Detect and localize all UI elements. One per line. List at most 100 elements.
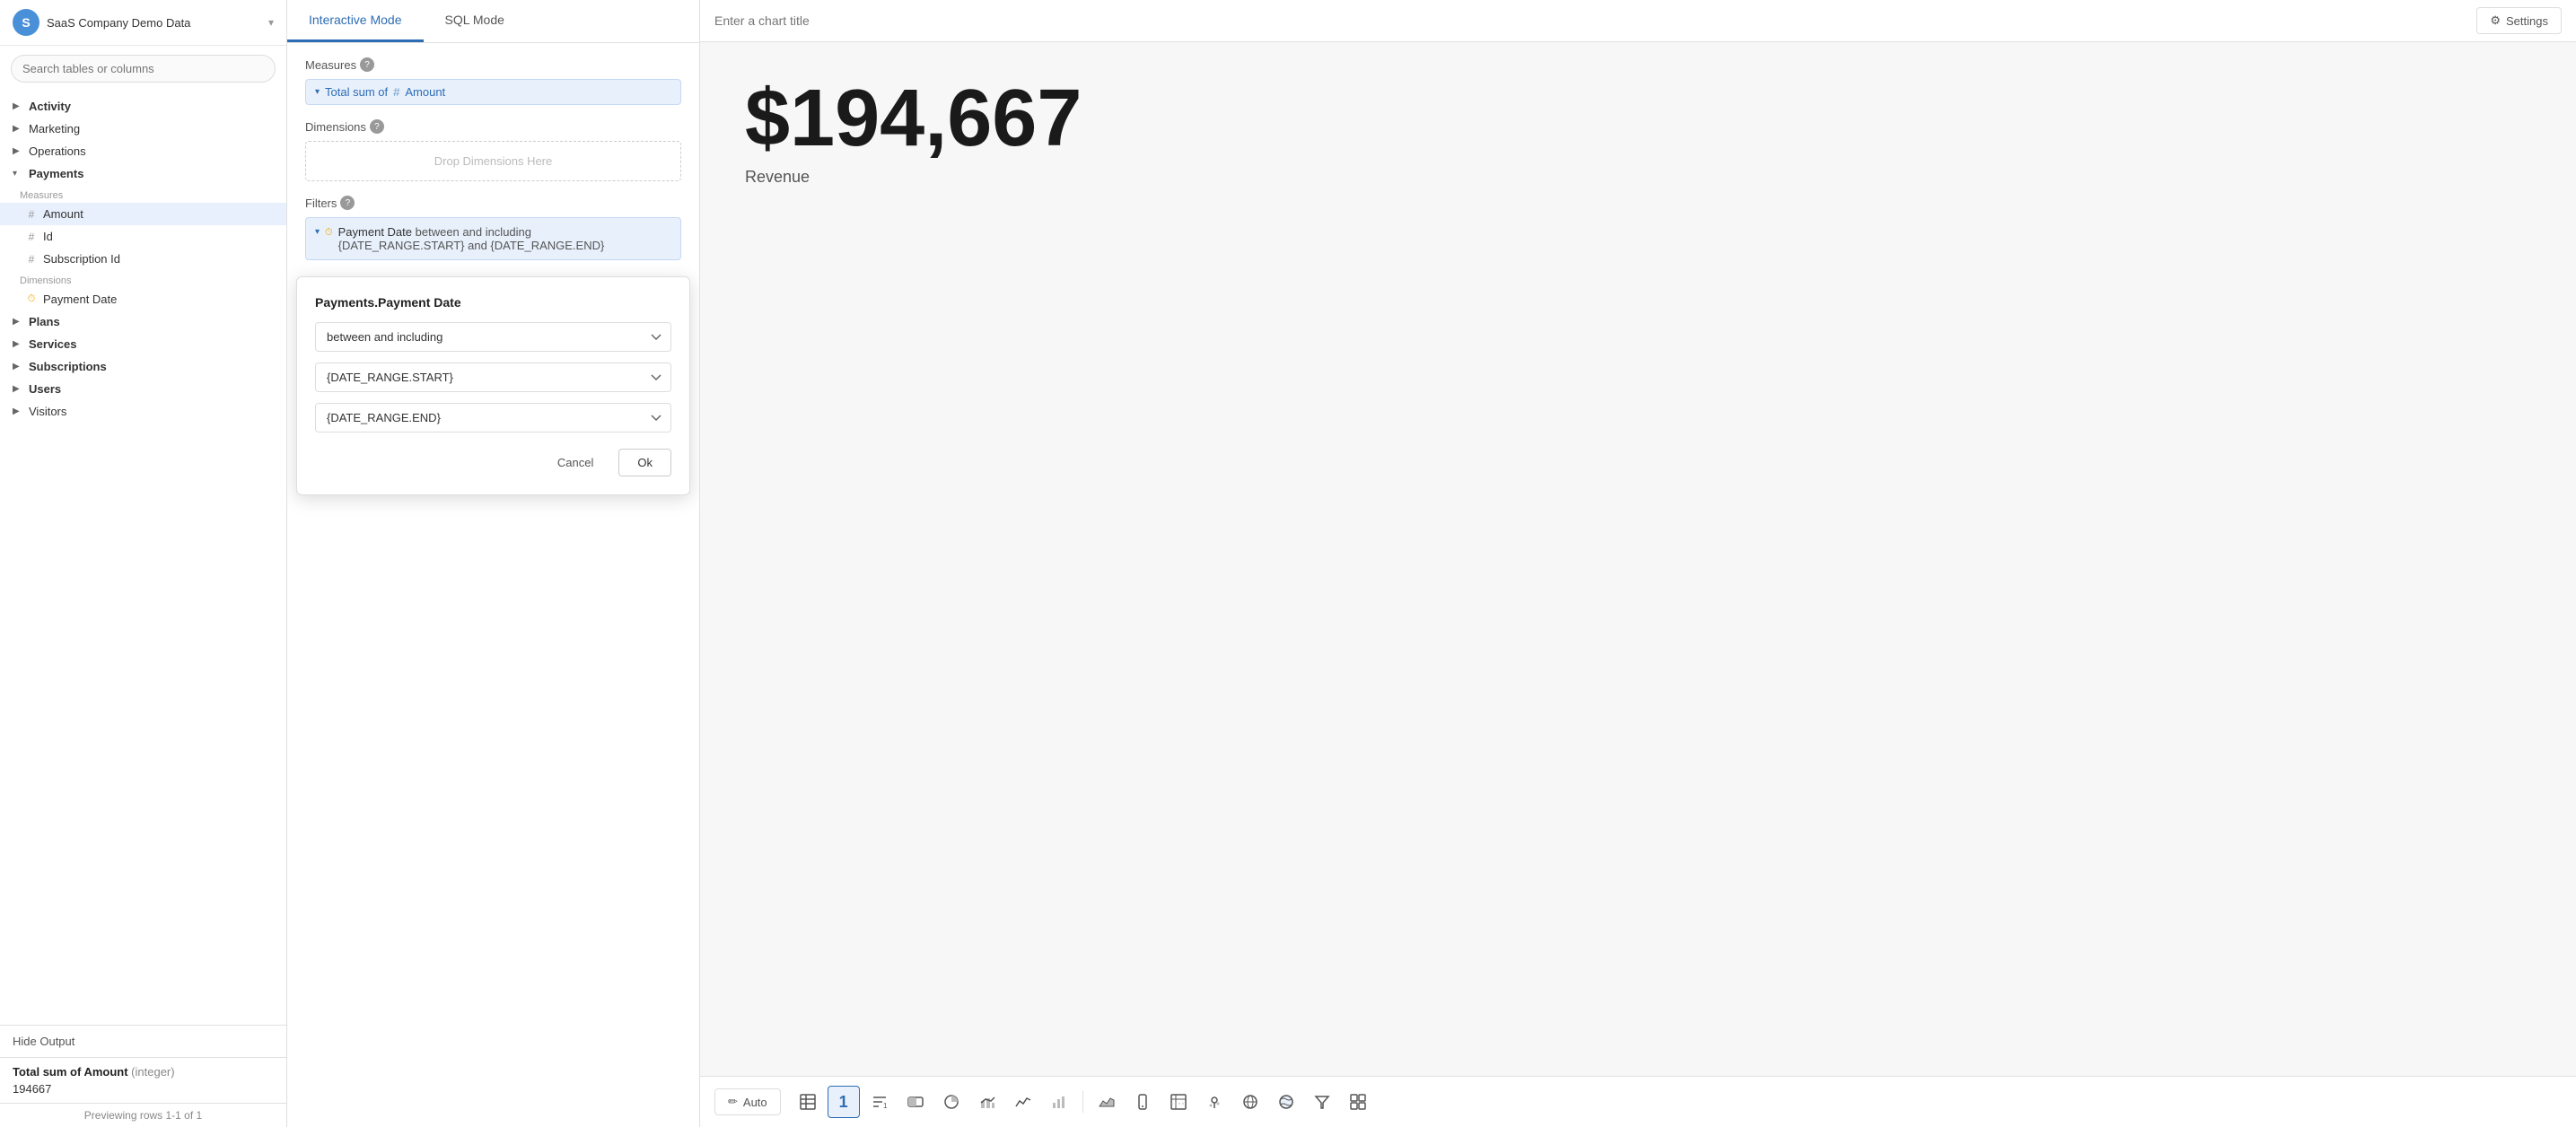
sidebar-item-payments[interactable]: ▾ Payments <box>0 162 286 185</box>
tab-interactive[interactable]: Interactive Mode <box>287 0 424 42</box>
hash-icon: # <box>25 231 38 243</box>
viz-line-button[interactable] <box>1007 1086 1039 1118</box>
popup-title: Payments.Payment Date <box>315 295 671 310</box>
arrow-icon: ▶ <box>13 362 23 371</box>
sidebar-item-marketing[interactable]: ▶ Marketing <box>0 118 286 140</box>
output-sub: (integer) <box>131 1065 174 1079</box>
tab-sql[interactable]: SQL Mode <box>424 0 526 42</box>
sidebar-item-operations[interactable]: ▶ Operations <box>0 140 286 162</box>
viz-sort-button[interactable]: 1 <box>863 1086 896 1118</box>
measure-prefix: Total sum of <box>325 85 388 99</box>
pill-hash-icon: # <box>393 85 399 99</box>
output-label: Total sum of Amount <box>13 1065 128 1079</box>
viz-area-button[interactable] <box>1091 1086 1123 1118</box>
output-value: 194667 <box>13 1079 274 1096</box>
viz-toolbar: ✏ Auto 1 1 <box>700 1076 2576 1127</box>
right-panel: ⚙ Settings $194,667 Revenue ✏ Auto 1 1 <box>700 0 2576 1127</box>
center-panel: Interactive Mode SQL Mode Measures ? ▾ T… <box>287 0 700 1127</box>
big-number-label: Revenue <box>745 168 810 187</box>
viz-separator <box>1082 1091 1083 1113</box>
hash-icon: # <box>25 253 38 266</box>
sidebar-item-id[interactable]: # Id <box>0 225 286 248</box>
viz-pivot-button[interactable] <box>1162 1086 1195 1118</box>
filter-arrow-icon: ▾ <box>315 227 320 237</box>
measure-pill[interactable]: ▾ Total sum of # Amount <box>305 79 681 105</box>
arrow-icon: ▶ <box>13 317 23 327</box>
sidebar-item-subscription-id[interactable]: # Subscription Id <box>0 248 286 270</box>
number-icon: 1 <box>839 1093 848 1112</box>
auto-button[interactable]: ✏ Auto <box>714 1088 781 1115</box>
arrow-icon: ▶ <box>13 124 23 134</box>
arrow-icon: ▶ <box>13 146 23 156</box>
sidebar-chevron-icon[interactable]: ▾ <box>268 16 274 29</box>
big-number-value: $194,667 <box>745 78 1082 159</box>
sidebar-item-subscriptions[interactable]: ▶ Subscriptions <box>0 355 286 378</box>
preview-text: Previewing rows 1-1 of 1 <box>0 1103 286 1127</box>
sidebar-item-visitors[interactable]: ▶ Visitors <box>0 400 286 423</box>
filter-popup: Payments.Payment Date between and includ… <box>296 276 690 495</box>
viz-globe1-button[interactable] <box>1234 1086 1266 1118</box>
viz-number-button[interactable]: 1 <box>828 1086 860 1118</box>
viz-progress-button[interactable] <box>899 1086 932 1118</box>
sidebar-title: SaaS Company Demo Data <box>47 16 261 30</box>
viz-bar-combo-button[interactable] <box>971 1086 1003 1118</box>
dimensions-help-icon[interactable]: ? <box>370 119 384 134</box>
sidebar-item-activity[interactable]: ▶ Activity <box>0 95 286 118</box>
arrow-down-icon: ▾ <box>13 169 23 179</box>
output-section: Total sum of Amount (integer) 194667 <box>0 1057 286 1103</box>
measures-section-label: Measures <box>0 185 286 203</box>
dimensions-section-label: Dimensions <box>0 270 286 288</box>
dimensions-label: Dimensions ? <box>305 119 681 134</box>
clock-icon: ⏱ <box>25 293 38 305</box>
chart-header: ⚙ Settings <box>700 0 2576 42</box>
arrow-icon: ▶ <box>13 406 23 416</box>
mode-tabs: Interactive Mode SQL Mode <box>287 0 699 43</box>
measures-help-icon[interactable]: ? <box>360 57 374 72</box>
search-input[interactable] <box>11 55 276 83</box>
condition-select[interactable]: between and including is equal to is not… <box>315 322 671 352</box>
viz-globe2-button[interactable] <box>1270 1086 1302 1118</box>
hide-output-button[interactable]: Hide Output <box>0 1025 286 1057</box>
sidebar-item-payment-date[interactable]: ⏱ Payment Date <box>0 288 286 310</box>
settings-button[interactable]: ⚙ Settings <box>2476 7 2562 34</box>
viz-pie-button[interactable] <box>935 1086 968 1118</box>
sidebar-logo: S <box>13 9 39 36</box>
filter-text: Payment Date between and including {DATE… <box>338 225 671 252</box>
measure-field: Amount <box>405 85 445 99</box>
ok-button[interactable]: Ok <box>618 449 671 476</box>
svg-text:1: 1 <box>883 1102 888 1110</box>
gear-icon: ⚙ <box>2490 13 2501 28</box>
viz-bar-button[interactable] <box>1043 1086 1075 1118</box>
sidebar: S SaaS Company Demo Data ▾ ▶ Activity ▶ … <box>0 0 287 1127</box>
sidebar-tree: ▶ Activity ▶ Marketing ▶ Operations ▾ Pa… <box>0 92 286 1025</box>
filter-row[interactable]: ▾ ⏱ Payment Date between and including {… <box>305 217 681 260</box>
viz-grid-button[interactable] <box>1342 1086 1374 1118</box>
viz-phone-button[interactable] <box>1126 1086 1159 1118</box>
start-date-select[interactable]: {DATE_RANGE.START} Custom date <box>315 363 671 392</box>
end-date-select[interactable]: {DATE_RANGE.END} Custom date <box>315 403 671 432</box>
sidebar-item-services[interactable]: ▶ Services <box>0 333 286 355</box>
viz-filter-button[interactable] <box>1306 1086 1338 1118</box>
sidebar-item-users[interactable]: ▶ Users <box>0 378 286 400</box>
filters-help-icon[interactable]: ? <box>340 196 355 210</box>
pencil-icon: ✏ <box>728 1095 738 1109</box>
popup-actions: Cancel Ok <box>315 449 671 476</box>
sidebar-item-amount[interactable]: # Amount <box>0 203 286 225</box>
arrow-icon: ▶ <box>13 339 23 349</box>
hash-icon: # <box>25 208 38 221</box>
filter-clock-icon: ⏱ <box>325 227 333 239</box>
pill-arrow-icon: ▾ <box>315 87 320 97</box>
panel-body: Measures ? ▾ Total sum of # Amount Dimen… <box>287 43 699 1127</box>
sidebar-header: S SaaS Company Demo Data ▾ <box>0 0 286 46</box>
sidebar-item-plans[interactable]: ▶ Plans <box>0 310 286 333</box>
measures-label: Measures ? <box>305 57 681 72</box>
filters-label: Filters ? <box>305 196 681 210</box>
drop-dimensions-zone[interactable]: Drop Dimensions Here <box>305 141 681 181</box>
arrow-icon: ▶ <box>13 101 23 111</box>
chart-title-input[interactable] <box>714 13 2467 28</box>
viz-table-button[interactable] <box>792 1086 824 1118</box>
viz-map-dot-button[interactable] <box>1198 1086 1231 1118</box>
chart-area: $194,667 Revenue <box>700 42 2576 1076</box>
cancel-button[interactable]: Cancel <box>541 449 609 476</box>
arrow-icon: ▶ <box>13 384 23 394</box>
